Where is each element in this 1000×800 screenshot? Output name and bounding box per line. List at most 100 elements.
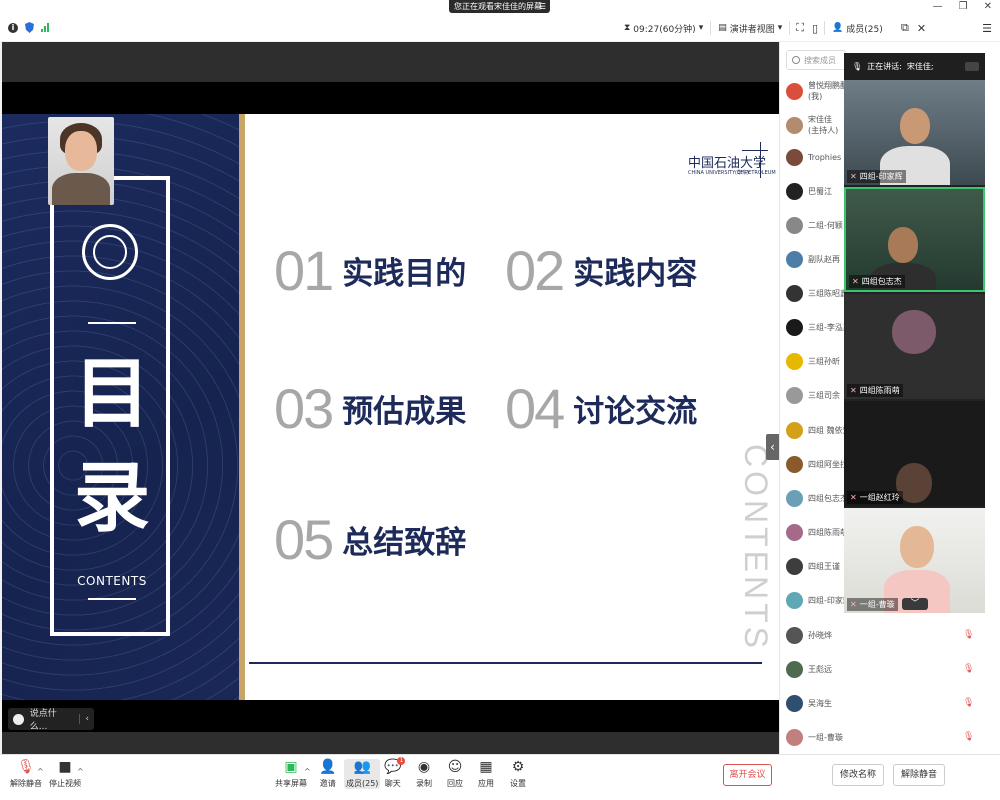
member-name: 四组陈雨萌 bbox=[808, 527, 848, 538]
view-mode-dropdown[interactable]: ▤ 演讲者视图 ▾ bbox=[713, 22, 787, 35]
record-button[interactable]: ◉ 录制 bbox=[416, 759, 432, 789]
divider bbox=[710, 21, 712, 35]
member-name: 三组孙昕 bbox=[808, 356, 840, 367]
divider bbox=[789, 21, 791, 35]
video-tile[interactable]: ✕ 一组赵红玲 bbox=[844, 401, 985, 506]
member-row[interactable]: 宋佳佳 (主持人) bbox=[786, 115, 838, 135]
member-row[interactable]: 巴蜀江 bbox=[786, 181, 832, 201]
collapse-chat-icon[interactable]: ‹ bbox=[79, 714, 94, 724]
member-row[interactable]: 曾悦翔鹏翻 (我) bbox=[786, 81, 848, 101]
reaction-button[interactable]: ☺ 回应 bbox=[447, 759, 463, 789]
video-options-caret[interactable]: ^ bbox=[77, 767, 84, 776]
speaking-indicator: 🎙 正在讲话: 宋佳佳; bbox=[844, 53, 985, 80]
members-panel-header[interactable]: 👤 成员(25) bbox=[827, 22, 897, 35]
mic-off-icon: ✕ bbox=[850, 172, 857, 181]
collapse-panel-icon[interactable]: ‹ bbox=[766, 434, 779, 460]
presenter-body bbox=[52, 173, 110, 205]
toc-number: 04 bbox=[505, 377, 565, 440]
toc-number: 03 bbox=[274, 377, 334, 440]
members-button[interactable]: 👥 成员(25) bbox=[344, 759, 381, 789]
presentation-slide: 目 录 CONTENTS 中国石油大学 CHINA UNIVERSITY OF … bbox=[2, 114, 779, 700]
member-row[interactable]: 四组 魏依梵 bbox=[786, 420, 851, 440]
mic-muted-icon[interactable]: 🎙 bbox=[963, 664, 974, 674]
hamburger-icon[interactable]: ☰ bbox=[539, 0, 546, 13]
sidebar-toggle-icon[interactable]: ▯ bbox=[808, 22, 822, 35]
share-banner[interactable]: 您正在观看宋佳佳的屏幕 ☰ bbox=[449, 0, 550, 13]
audio-options-caret[interactable]: ^ bbox=[37, 767, 44, 776]
member-row[interactable]: 四组阿坐拉 bbox=[786, 454, 848, 474]
unmute-label: 解除静音 bbox=[10, 779, 42, 788]
member-row[interactable]: 四组陈雨萌 bbox=[786, 522, 848, 542]
video-tile[interactable]: ✕ 四组陈雨萌 bbox=[844, 294, 985, 399]
member-row[interactable]: 二组-何颖 bbox=[786, 215, 843, 235]
mic-muted-icon[interactable]: 🎙 bbox=[963, 630, 974, 640]
member-name: 四组王谨 bbox=[808, 561, 840, 572]
avatar bbox=[786, 116, 803, 134]
avatar bbox=[786, 421, 803, 439]
member-name: 王彪远 bbox=[808, 664, 832, 675]
member-name: 孙晓烨 bbox=[808, 630, 832, 641]
chevron-down-icon: ▾ bbox=[777, 23, 783, 33]
popout-icon[interactable]: ⧉ bbox=[897, 21, 913, 35]
avatar bbox=[786, 386, 803, 404]
member-row[interactable]: 孙晓烨 bbox=[786, 625, 832, 645]
member-search-input[interactable]: 搜索成员 bbox=[786, 50, 846, 70]
share-options-caret[interactable]: ^ bbox=[304, 767, 311, 776]
invite-button[interactable]: 👤 邀请 bbox=[319, 759, 336, 789]
chat-placeholder: 说点什么... bbox=[29, 709, 57, 732]
shield-icon[interactable] bbox=[25, 22, 34, 33]
member-row[interactable]: Trophies bbox=[786, 147, 841, 167]
video-tile-label: ✕ 一组赵红玲 bbox=[847, 491, 903, 504]
layout-toggle-icon[interactable] bbox=[965, 62, 979, 71]
member-row[interactable]: 副队赵再 bbox=[786, 249, 840, 269]
toc-item: 03 预估成果 bbox=[274, 376, 466, 441]
restore-icon[interactable]: ❐ bbox=[959, 0, 968, 13]
chat-input-pill[interactable]: 说点什么... ‹ bbox=[8, 708, 94, 732]
member-row[interactable]: 四组包志杰 bbox=[786, 488, 848, 508]
letterbox-bottom bbox=[2, 732, 779, 754]
more-menu-icon[interactable]: ☰ bbox=[978, 22, 1000, 35]
member-row[interactable]: 一组-曹璇 bbox=[786, 727, 843, 747]
apps-button[interactable]: ▦ 应用 bbox=[478, 759, 494, 789]
members-panel: 搜索成员 曾悦翔鹏翻 (我) 宋佳佳 (主持人) Trophies 巴蜀江二组-何颖副队赵… bbox=[779, 42, 1000, 754]
member-row[interactable]: 三组孙昕 bbox=[786, 351, 840, 371]
member-row[interactable]: 王彪远 bbox=[786, 659, 832, 679]
info-icon[interactable]: i bbox=[8, 22, 18, 33]
rename-button[interactable]: 修改名称 bbox=[832, 764, 884, 786]
share-screen-button[interactable]: ▣ 共享屏幕 bbox=[275, 759, 307, 789]
video-tile[interactable]: ✕ 四组包志杰 bbox=[844, 187, 985, 292]
record-label: 录制 bbox=[416, 779, 432, 788]
member-row[interactable]: 四组-印家辉 bbox=[786, 590, 851, 610]
chat-button[interactable]: 💬 1 聊天 bbox=[384, 757, 406, 789]
participant-head bbox=[900, 108, 930, 144]
mic-muted-icon[interactable]: 🎙 bbox=[963, 698, 974, 708]
mic-muted-icon[interactable]: 🎙 bbox=[963, 732, 974, 742]
member-row[interactable]: 三组-李泓兆 bbox=[786, 317, 851, 337]
emoji-icon[interactable] bbox=[13, 713, 24, 725]
close-panel-icon[interactable]: ✕ bbox=[913, 22, 978, 35]
chat-badge: 1 bbox=[397, 757, 406, 765]
members-label: 成员(25) bbox=[346, 779, 379, 788]
close-icon[interactable]: ✕ bbox=[984, 0, 992, 13]
fullscreen-icon[interactable]: ⛶ bbox=[792, 21, 808, 35]
toc-item: 04 讨论交流 bbox=[505, 376, 697, 441]
avatar bbox=[786, 250, 803, 268]
settings-button[interactable]: ⚙ 设置 bbox=[510, 759, 526, 789]
avatar bbox=[786, 591, 803, 609]
chevron-down-icon[interactable]: ▾ bbox=[699, 23, 704, 33]
member-row[interactable]: 三组司余 bbox=[786, 385, 840, 405]
video-tile[interactable]: ✕ 四组-印家辉 bbox=[844, 80, 985, 185]
member-name-text: 四组陈雨萌 bbox=[808, 527, 848, 537]
presenter-camera-overlay[interactable] bbox=[48, 117, 114, 205]
minimize-icon[interactable]: — bbox=[933, 0, 943, 13]
leave-meeting-button[interactable]: 离开会议 bbox=[723, 764, 772, 786]
member-row[interactable]: 吴海生 bbox=[786, 693, 832, 713]
toc-item: 01 实践目的 bbox=[274, 238, 466, 303]
unmute-all-button[interactable]: 解除静音 bbox=[893, 764, 945, 786]
member-row[interactable]: 三组陈昭鑫 bbox=[786, 283, 848, 303]
signal-icon[interactable] bbox=[41, 23, 49, 32]
scroll-down-icon[interactable]: ﹀ bbox=[902, 598, 928, 610]
presenter-face bbox=[65, 131, 97, 171]
window-controls: — ❐ ✕ bbox=[933, 0, 992, 13]
member-row[interactable]: 四组王谨 bbox=[786, 556, 840, 576]
